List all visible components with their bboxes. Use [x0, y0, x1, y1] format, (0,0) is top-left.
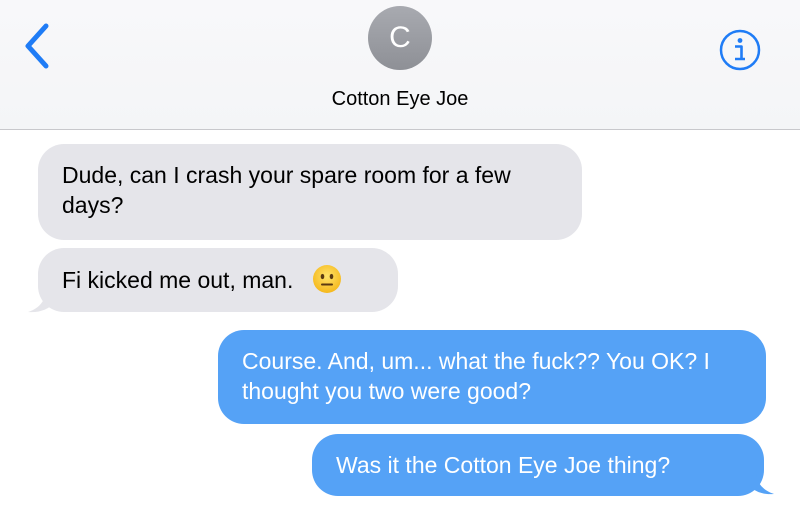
- info-button[interactable]: [718, 28, 762, 72]
- message-text: Course. And, um... what the fuck?? You O…: [242, 348, 710, 404]
- message-text: Dude, can I crash your spare room for a …: [62, 162, 511, 218]
- outgoing-message[interactable]: Was it the Cotton Eye Joe thing?: [312, 434, 764, 496]
- message-text: Was it the Cotton Eye Joe thing?: [336, 452, 671, 478]
- back-button[interactable]: [20, 22, 56, 70]
- neutral-face-emoji: [312, 265, 341, 293]
- contact-name[interactable]: Cotton Eye Joe: [0, 88, 800, 111]
- incoming-message[interactable]: Fi kicked me out, man.: [38, 248, 398, 312]
- info-icon: [719, 29, 761, 71]
- message-text: Fi kicked me out, man.: [62, 267, 294, 293]
- outgoing-message[interactable]: Course. And, um... what the fuck?? You O…: [218, 330, 766, 424]
- avatar-initial: C: [389, 21, 411, 54]
- contact-avatar[interactable]: C: [368, 6, 432, 70]
- incoming-bubble-tail: [28, 288, 56, 313]
- chevron-left-icon: [25, 23, 49, 69]
- conversation-header: C Cotton Eye Joe: [0, 0, 800, 130]
- incoming-message[interactable]: Dude, can I crash your spare room for a …: [38, 144, 582, 240]
- message-thread: Dude, can I crash your spare room for a …: [0, 130, 800, 510]
- outgoing-bubble-tail: [748, 470, 774, 495]
